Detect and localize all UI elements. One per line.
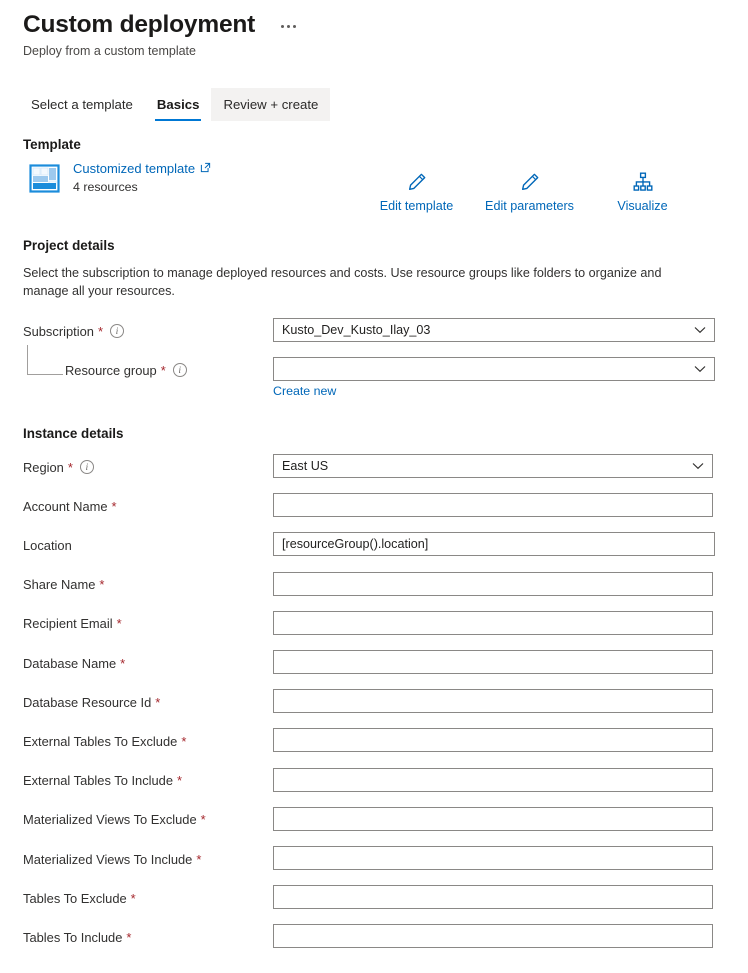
resource-group-label: Resource group [65, 362, 157, 378]
database-resource-id-label: Database Resource Id [23, 694, 152, 710]
recipient-email-label: Recipient Email [23, 616, 113, 632]
visualize-button[interactable]: Visualize [586, 168, 699, 214]
edit-parameters-label: Edit parameters [485, 199, 574, 213]
edit-template-button[interactable]: Edit template [360, 168, 473, 214]
required-marker: * [111, 498, 117, 514]
share-name-label: Share Name [23, 577, 96, 593]
more-actions-icon[interactable] [277, 22, 300, 31]
database-name-label-cell: Database Name * [23, 656, 273, 671]
resource-group-label-cell: Resource group * i [23, 363, 273, 378]
required-marker: * [155, 694, 161, 710]
materialized-views-to-exclude-label: Materialized Views To Exclude [23, 812, 197, 828]
share-name-input[interactable] [273, 571, 713, 596]
create-new-resource-group-link[interactable]: Create new [273, 384, 336, 398]
materialized-views-to-exclude-label-cell: Materialized Views To Exclude * [23, 812, 273, 827]
location-label: Location [23, 537, 72, 553]
required-marker: * [130, 890, 136, 906]
materialized-views-to-include-input[interactable] [273, 846, 713, 870]
required-marker: * [67, 459, 73, 475]
region-label: Region [23, 459, 64, 475]
required-marker: * [120, 655, 126, 671]
location-value: [resourceGroup().location] [282, 537, 429, 552]
tab-bar: Select a template Basics Review + create [19, 88, 331, 122]
tables-to-include-input[interactable] [273, 924, 713, 949]
template-section-title: Template [23, 137, 81, 152]
info-icon[interactable]: i [79, 460, 94, 474]
tables-to-exclude-label-cell: Tables To Exclude * [23, 891, 273, 906]
required-marker: * [200, 812, 206, 828]
external-tables-to-include-label: External Tables To Include [23, 773, 174, 789]
template-summary: Customized template 4 resources [28, 160, 211, 195]
account-name-label-cell: Account Name * [23, 499, 273, 514]
customized-template-link[interactable]: Customized template [73, 161, 211, 177]
materialized-views-to-include-label-cell: Materialized Views To Include * [23, 852, 273, 867]
info-icon[interactable]: i [172, 363, 187, 377]
resource-group-select[interactable] [273, 357, 715, 381]
required-marker: * [99, 577, 105, 593]
project-details-title: Project details [23, 238, 115, 253]
database-resource-id-input[interactable] [273, 689, 713, 714]
location-input[interactable]: [resourceGroup().location] [273, 532, 715, 557]
database-name-input[interactable] [273, 650, 713, 674]
external-tables-to-exclude-label: External Tables To Exclude [23, 733, 178, 749]
database-name-label: Database Name [23, 655, 117, 671]
hierarchy-icon [632, 168, 654, 196]
database-resource-id-label-cell: Database Resource Id * [23, 695, 273, 710]
visualize-label: Visualize [617, 199, 668, 213]
recipient-email-label-cell: Recipient Email * [23, 616, 273, 631]
tab-select-a-template[interactable]: Select a template [19, 88, 145, 121]
page-title: Custom deployment [23, 11, 256, 38]
region-select[interactable]: East US [273, 454, 713, 478]
edit-template-label: Edit template [379, 199, 454, 213]
tables-to-exclude-input[interactable] [273, 885, 713, 910]
pencil-icon [406, 168, 428, 196]
required-marker: * [181, 733, 187, 749]
page-header: Custom deployment Deploy from a custom t… [23, 10, 723, 59]
required-marker: * [97, 323, 103, 339]
template-grid-icon [28, 162, 61, 195]
edit-parameters-button[interactable]: Edit parameters [473, 168, 586, 214]
customized-template-label: Customized template [73, 161, 196, 176]
subscription-select[interactable]: Kusto_Dev_Kusto_Ilay_03 [273, 318, 715, 342]
materialized-views-to-include-label: Materialized Views To Include [23, 851, 193, 867]
pencil-icon [519, 168, 541, 196]
project-details-description: Select the subscription to manage deploy… [23, 266, 662, 298]
recipient-email-input[interactable] [273, 610, 713, 635]
tab-review-create[interactable]: Review + create [211, 88, 331, 121]
subscription-value: Kusto_Dev_Kusto_Ilay_03 [282, 323, 431, 337]
chevron-down-icon [694, 365, 706, 373]
external-tables-to-include-label-cell: External Tables To Include * [23, 773, 273, 788]
region-value: East US [282, 459, 329, 473]
location-label-cell: Location [23, 538, 273, 553]
share-name-label-cell: Share Name * [23, 577, 273, 592]
template-resource-count: 4 resources [73, 180, 138, 194]
template-actions: Edit template Edit parameters Visualize [360, 168, 700, 214]
tables-to-exclude-label: Tables To Exclude [23, 890, 127, 906]
required-marker: * [160, 362, 166, 378]
external-tables-to-exclude-label-cell: External Tables To Exclude * [23, 734, 273, 749]
external-link-icon [200, 161, 211, 177]
info-icon[interactable]: i [110, 324, 124, 338]
required-marker: * [116, 616, 122, 632]
materialized-views-to-exclude-input[interactable] [273, 806, 713, 831]
subscription-label: Subscription [23, 323, 94, 339]
tables-to-include-label: Tables To Include [23, 929, 123, 945]
page-subtitle: Deploy from a custom template [23, 44, 196, 58]
tables-to-include-label-cell: Tables To Include * [23, 930, 273, 945]
required-marker: * [126, 929, 132, 945]
chevron-down-icon [692, 462, 704, 470]
instance-details-title: Instance details [23, 426, 124, 441]
tab-basics[interactable]: Basics [145, 88, 212, 122]
account-name-input[interactable] [273, 493, 713, 518]
required-marker: * [196, 851, 202, 867]
required-marker: * [177, 773, 183, 789]
region-label-cell: Region * i [23, 460, 273, 475]
external-tables-to-exclude-input[interactable] [273, 728, 713, 753]
custom-deployment-blade: Custom deployment Deploy from a custom t… [0, 0, 748, 973]
chevron-down-icon [694, 326, 706, 334]
subscription-label-cell: Subscription * i [23, 324, 273, 339]
external-tables-to-include-input[interactable] [273, 767, 713, 792]
account-name-label: Account Name [23, 498, 108, 514]
